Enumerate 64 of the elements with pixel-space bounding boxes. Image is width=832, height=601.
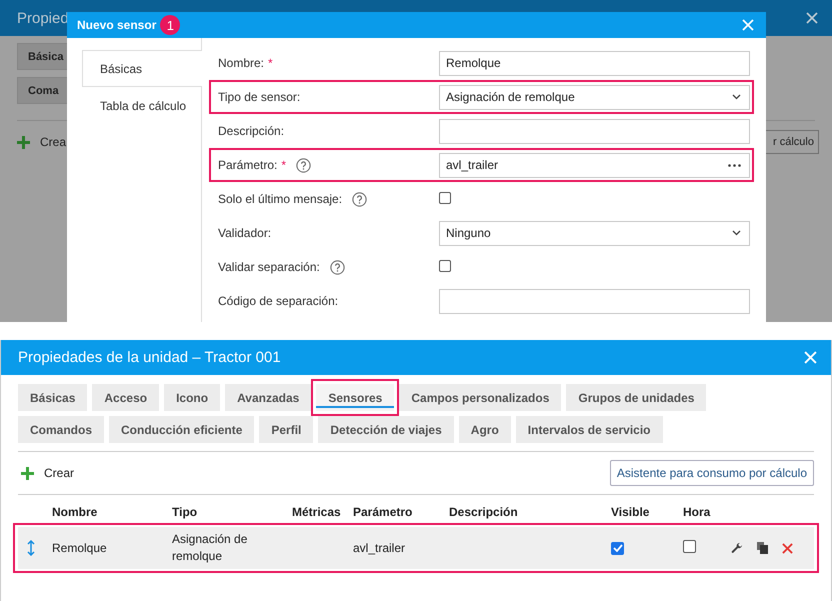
text-field[interactable] [439, 288, 750, 314]
dialog-title: Nuevo sensor [77, 18, 156, 32]
field-label: Parámetro: [218, 158, 278, 172]
column-header: Tipo [172, 505, 198, 519]
tab[interactable]: Agro [458, 416, 511, 443]
side-tab[interactable]: Básicas [82, 50, 202, 87]
tab[interactable]: Icono [164, 384, 220, 411]
field-label: Descripción: [218, 124, 284, 138]
table-cell-text: Asignación de remolque [172, 531, 248, 565]
table-cell-text: avl_trailer [353, 540, 406, 556]
step-badge: 1 [160, 15, 180, 35]
checkbox[interactable] [439, 260, 451, 272]
delete-icon[interactable] [782, 542, 793, 554]
more-icon[interactable] [728, 164, 741, 166]
field-label: Tipo de sensor: [218, 90, 300, 104]
column-header: Visible [611, 505, 650, 519]
field-label: Nombre: [218, 56, 264, 70]
drag-handle-icon[interactable] [27, 540, 35, 556]
column-header: Parámetro [353, 505, 414, 519]
help-icon[interactable] [330, 260, 345, 274]
wrench-icon[interactable] [731, 542, 743, 554]
help-icon[interactable] [352, 192, 368, 206]
create-button[interactable]: Crea [40, 135, 66, 149]
chevron-down-icon [732, 230, 741, 236]
field-label: Solo el último mensaje: [218, 192, 342, 206]
tab[interactable]: Básicas [18, 384, 88, 411]
tab[interactable]: Conducción eficiente [109, 416, 254, 443]
chevron-down-icon [732, 94, 741, 100]
tab[interactable]: Intervalos de servicio [516, 416, 663, 443]
text-field[interactable]: Remolque [439, 50, 750, 76]
picker-field[interactable]: avl_trailer [439, 152, 750, 178]
column-header: Métricas [292, 505, 342, 519]
field-label: Validador: [218, 226, 272, 240]
create-button[interactable]: Crear [21, 466, 74, 480]
required-mark: * [281, 158, 286, 172]
tab[interactable]: Comandos [18, 416, 104, 443]
plus-icon [21, 466, 34, 480]
checkbox[interactable] [439, 192, 451, 204]
tab[interactable]: Grupos de unidades [566, 384, 706, 411]
text-field[interactable] [439, 118, 750, 144]
window-title: Propied [17, 10, 69, 26]
tab[interactable]: Campos personalizados [399, 384, 562, 411]
column-header: Nombre [52, 505, 98, 519]
copy-icon[interactable] [757, 542, 768, 554]
window-title: Propiedades de la unidad – Tractor 001 [18, 349, 281, 366]
column-header: Hora [683, 505, 712, 519]
wizard-button[interactable]: Asistente para consumo por cálculo [610, 460, 814, 486]
tab[interactable]: Detección de viajes [318, 416, 454, 443]
checkbox[interactable] [683, 540, 696, 553]
select-field[interactable]: Asignación de remolque [439, 84, 750, 110]
field-label: Validar separación: [218, 260, 320, 274]
close-icon[interactable] [806, 12, 818, 24]
tab[interactable]: Sensores [316, 384, 394, 411]
plus-icon [17, 136, 30, 148]
tab[interactable]: Avanzadas [225, 384, 312, 411]
tab[interactable]: Acceso [92, 384, 160, 411]
checkbox[interactable] [611, 542, 624, 554]
field-label: Código de separación: [218, 294, 338, 308]
required-mark: * [268, 56, 273, 70]
select-field[interactable]: Ninguno [439, 220, 750, 246]
help-icon[interactable] [296, 158, 312, 172]
tab[interactable]: Perfil [259, 416, 314, 443]
table-cell-text: Remolque [52, 540, 108, 556]
column-header: Descripción [449, 505, 519, 519]
